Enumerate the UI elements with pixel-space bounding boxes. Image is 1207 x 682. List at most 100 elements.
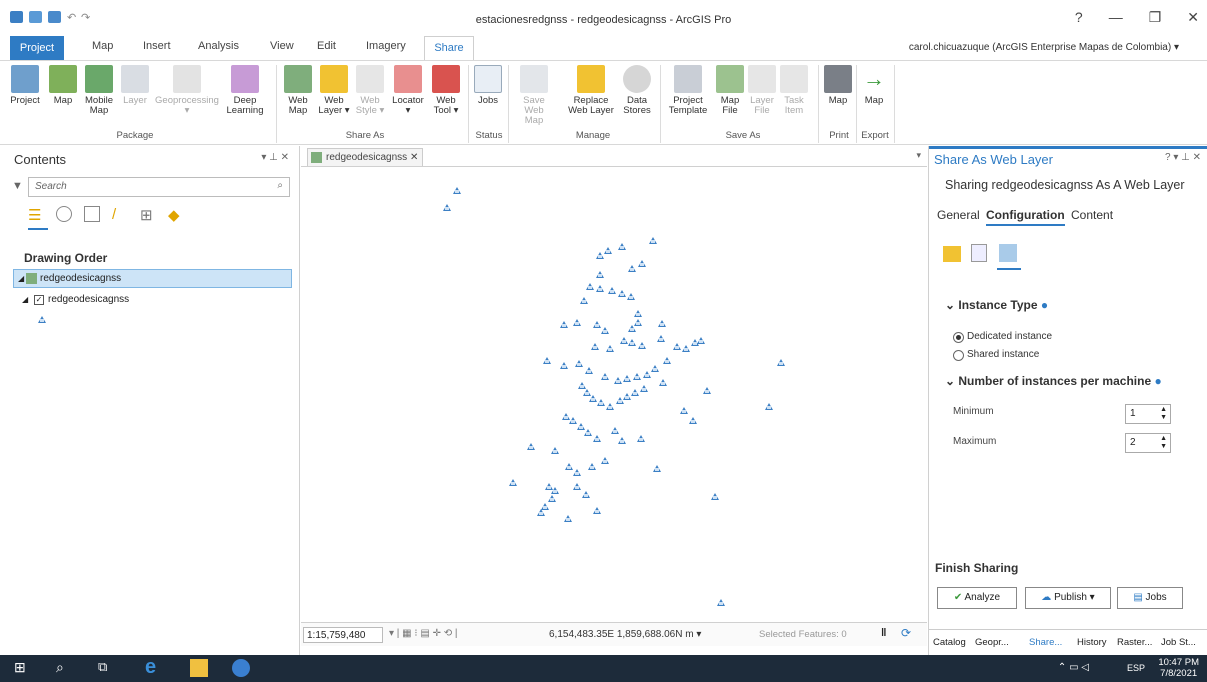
- close-icon[interactable]: ✕: [1187, 9, 1199, 26]
- help-icon[interactable]: ?: [1075, 9, 1083, 26]
- gnss-station-point[interactable]: [623, 393, 631, 400]
- gnss-station-point[interactable]: [565, 463, 573, 470]
- tab-catalog[interactable]: Catalog: [933, 637, 966, 648]
- web-tool-button[interactable]: Web Tool ▾: [430, 65, 462, 116]
- collapse-arrow-icon[interactable]: ◢: [18, 274, 24, 283]
- tab-raster[interactable]: Raster...: [1117, 637, 1152, 648]
- gnss-station-point[interactable]: [651, 365, 659, 372]
- gnss-station-point[interactable]: [593, 435, 601, 442]
- project-template-button[interactable]: Project Template: [666, 65, 710, 116]
- list-by-snapping-icon[interactable]: ⊞: [140, 206, 156, 224]
- maximum-instances-stepper[interactable]: 2 ▲ ▼: [1125, 433, 1171, 453]
- gnss-station-point[interactable]: [560, 362, 568, 369]
- tab-share[interactable]: Share: [424, 36, 474, 60]
- gnss-station-point[interactable]: [628, 339, 636, 346]
- map-canvas[interactable]: [301, 166, 927, 621]
- tab-share-pane[interactable]: Share...: [1029, 637, 1062, 648]
- gnss-station-point[interactable]: [623, 375, 631, 382]
- mobile-map-button[interactable]: Mobile Map: [80, 65, 118, 116]
- gnss-station-point[interactable]: [573, 483, 581, 490]
- share-project-button[interactable]: Project: [8, 65, 42, 106]
- gnss-station-point[interactable]: [551, 447, 559, 454]
- arcgis-pro-icon[interactable]: [232, 659, 250, 677]
- list-by-data-source-icon[interactable]: [56, 206, 72, 222]
- stepper-arrows-icon[interactable]: ▲ ▼: [1160, 406, 1167, 422]
- list-by-drawing-order-icon[interactable]: ☰: [28, 206, 44, 224]
- gnss-station-point[interactable]: [634, 310, 642, 317]
- gnss-station-point[interactable]: [604, 247, 612, 254]
- list-by-editing-icon[interactable]: /: [112, 206, 128, 223]
- tab-imagery[interactable]: Imagery: [366, 40, 406, 52]
- gnss-station-point[interactable]: [601, 373, 609, 380]
- tab-analysis[interactable]: Analysis: [198, 40, 239, 52]
- gnss-station-point[interactable]: [658, 320, 666, 327]
- map-tools-icons[interactable]: ▾ | ▦ ⁝ ▤ ✛ ⟲ |: [389, 628, 458, 639]
- gnss-station-point[interactable]: [578, 382, 586, 389]
- stepper-arrows-icon[interactable]: ▲ ▼: [1160, 435, 1167, 451]
- coordinate-readout[interactable]: 6,154,483.35E 1,859,688.06N m ▾: [549, 629, 701, 640]
- gnss-station-point[interactable]: [606, 345, 614, 352]
- gnss-station-point[interactable]: [597, 399, 605, 406]
- gnss-station-point[interactable]: [560, 321, 568, 328]
- gnss-station-point[interactable]: [628, 325, 636, 332]
- tab-configuration[interactable]: Configuration: [986, 208, 1065, 226]
- gnss-station-point[interactable]: [697, 337, 705, 344]
- gnss-station-point[interactable]: [649, 237, 657, 244]
- gnss-station-point[interactable]: [601, 327, 609, 334]
- task-item-button[interactable]: Task Item: [780, 65, 808, 116]
- gnss-station-point[interactable]: [591, 343, 599, 350]
- gnss-station-point[interactable]: [777, 359, 785, 366]
- info-icon[interactable]: ●: [1041, 298, 1048, 312]
- gnss-station-point[interactable]: [680, 407, 688, 414]
- gnss-station-point[interactable]: [638, 342, 646, 349]
- gnss-station-point[interactable]: [584, 429, 592, 436]
- map-file-button[interactable]: Map File: [716, 65, 744, 116]
- web-map-button[interactable]: Web Map: [283, 65, 313, 116]
- gnss-station-point[interactable]: [573, 319, 581, 326]
- locator-button[interactable]: Locator ▾: [389, 65, 427, 116]
- tab-job-status[interactable]: Job St...: [1161, 637, 1196, 648]
- contents-search-input[interactable]: Search ⌕: [28, 177, 290, 197]
- gnss-station-point[interactable]: [443, 204, 451, 211]
- gnss-station-point[interactable]: [608, 287, 616, 294]
- account-menu[interactable]: carol.chicuazuque (ArcGIS Enterprise Map…: [909, 42, 1179, 53]
- gnss-station-point[interactable]: [582, 491, 590, 498]
- map-view-tab[interactable]: redgeodesicagnss ✕: [307, 148, 424, 166]
- gnss-station-point[interactable]: [589, 395, 597, 402]
- tab-history[interactable]: History: [1077, 637, 1107, 648]
- share-map-package-button[interactable]: Map: [48, 65, 78, 106]
- jobs-button[interactable]: ▤ Jobs: [1117, 587, 1183, 609]
- gnss-station-point[interactable]: [596, 285, 604, 292]
- gnss-station-point[interactable]: [618, 243, 626, 250]
- gnss-station-point[interactable]: [628, 265, 636, 272]
- contents-layer-item[interactable]: ◢ ✓ redgeodesicagnss: [22, 294, 129, 305]
- gnss-station-point[interactable]: [537, 509, 545, 516]
- gnss-station-point[interactable]: [575, 360, 583, 367]
- save-web-map-button[interactable]: Save Web Map: [514, 65, 554, 126]
- jobs-button[interactable]: Jobs: [474, 65, 502, 106]
- gnss-station-point[interactable]: [585, 367, 593, 374]
- gnss-station-point[interactable]: [551, 487, 559, 494]
- gnss-station-point[interactable]: [703, 387, 711, 394]
- gnss-station-point[interactable]: [509, 479, 517, 486]
- data-stores-button[interactable]: Data Stores: [620, 65, 654, 116]
- input-language[interactable]: ESP: [1127, 663, 1145, 673]
- gnss-station-point[interactable]: [593, 321, 601, 328]
- deep-learning-button[interactable]: Deep Learning: [226, 65, 264, 116]
- minimum-instances-stepper[interactable]: 1 ▲ ▼: [1125, 404, 1171, 424]
- system-clock[interactable]: 10:47 PM 7/8/2021: [1158, 657, 1199, 679]
- gnss-station-point[interactable]: [453, 187, 461, 194]
- geoprocessing-package-button[interactable]: Geoprocessing ▾: [154, 65, 220, 116]
- gnss-station-point[interactable]: [614, 377, 622, 384]
- tab-geoprocessing[interactable]: Geopr...: [975, 637, 1009, 648]
- layer-package-button[interactable]: Layer: [120, 65, 150, 106]
- gnss-station-point[interactable]: [627, 293, 635, 300]
- gnss-station-point[interactable]: [765, 403, 773, 410]
- layer-configuration-icon[interactable]: [943, 246, 961, 262]
- gnss-station-point[interactable]: [682, 345, 690, 352]
- replace-web-layer-button[interactable]: Replace Web Layer: [566, 65, 616, 116]
- gnss-station-point[interactable]: [588, 463, 596, 470]
- gnss-station-point[interactable]: [606, 403, 614, 410]
- gnss-station-point[interactable]: [634, 319, 642, 326]
- task-view-icon[interactable]: ⧉: [98, 659, 116, 677]
